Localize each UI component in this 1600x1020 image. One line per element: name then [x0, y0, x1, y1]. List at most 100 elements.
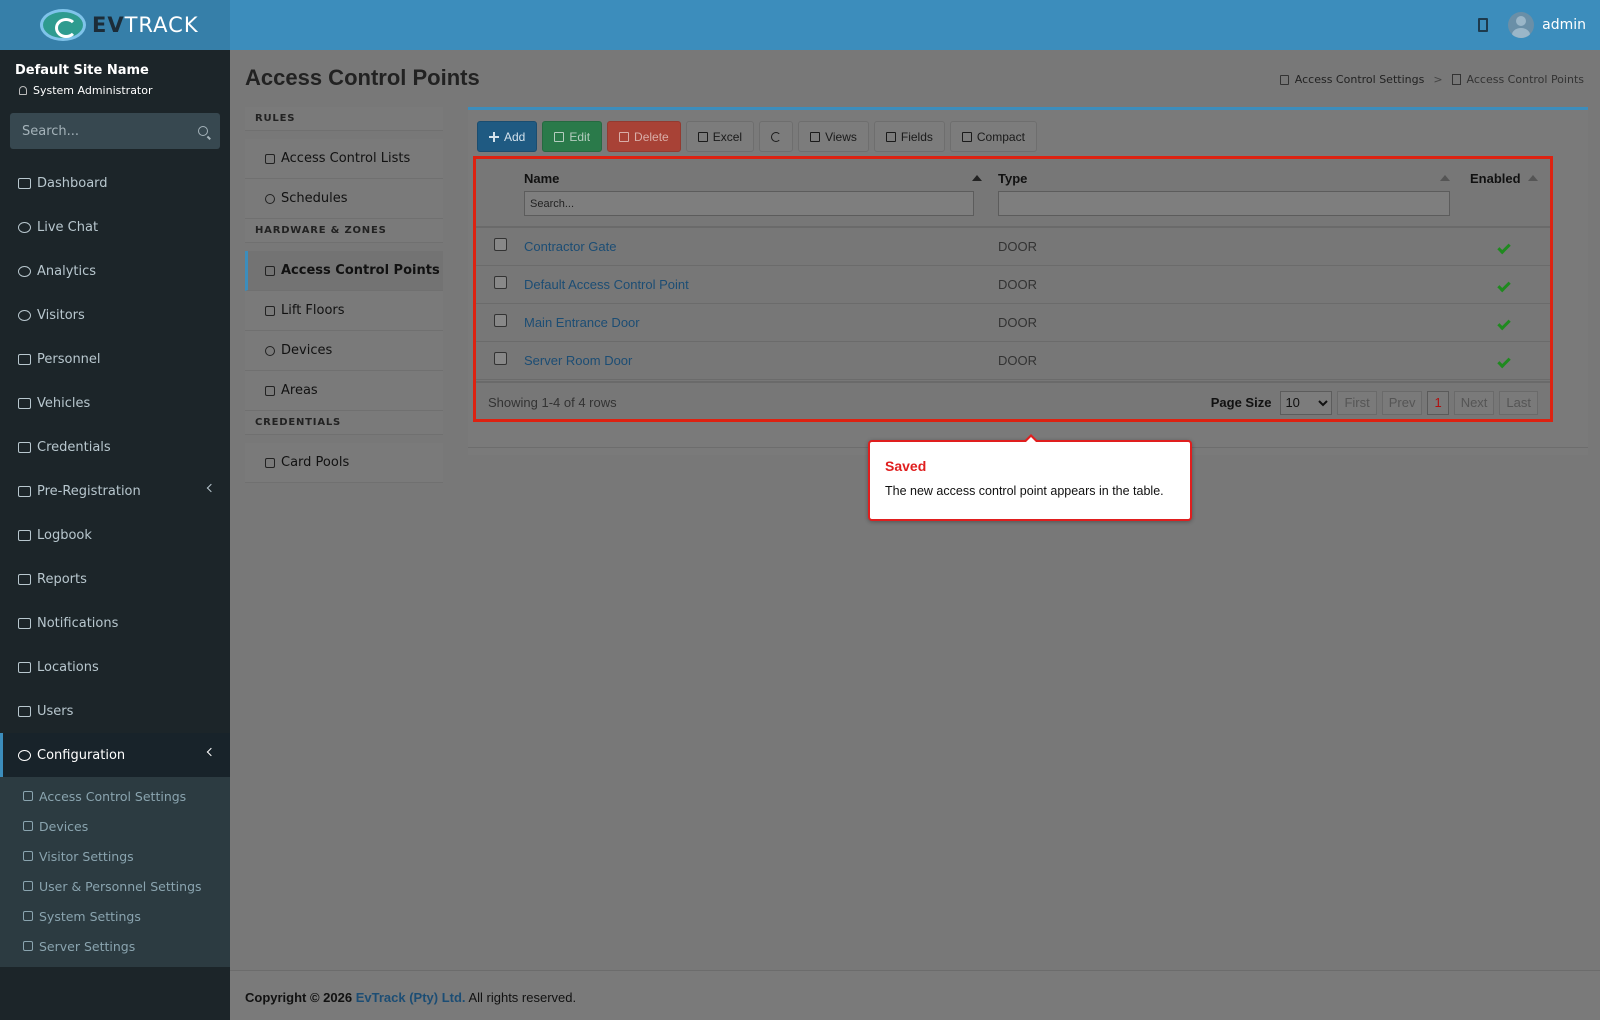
column-header-name[interactable]: Name — [524, 159, 990, 227]
door-icon[interactable] — [1478, 18, 1489, 32]
column-header-type[interactable]: Type — [990, 159, 1458, 227]
add-button[interactable]: Add — [477, 121, 538, 152]
sidebar-item-pre-registration[interactable]: Pre-Registration — [0, 469, 230, 513]
personnel-icon — [18, 353, 31, 365]
row-checkbox[interactable] — [493, 352, 507, 365]
sidebar-item-reports[interactable]: Reports — [0, 557, 230, 601]
sort-asc-icon[interactable] — [972, 175, 982, 181]
row-name-link[interactable]: Contractor Gate — [524, 239, 617, 254]
user-menu-name[interactable]: admin — [1542, 17, 1586, 33]
sidebar-item-personnel[interactable]: Personnel — [0, 337, 230, 381]
company-link[interactable]: EvTrack (Pty) Ltd. — [356, 990, 466, 1005]
submenu-item-visitor-settings[interactable]: Visitor Settings — [0, 841, 230, 871]
first-page-button[interactable]: First — [1337, 390, 1377, 415]
subnav-spacer — [245, 131, 443, 139]
next-page-button[interactable]: Next — [1453, 390, 1495, 415]
main-sidebar: Default Site Name System Administrator D… — [0, 50, 230, 1020]
check-icon — [1497, 316, 1511, 330]
submenu-item-access-control-settings[interactable]: Access Control Settings — [0, 781, 230, 811]
compact-button[interactable]: Compact — [949, 121, 1037, 152]
avatar[interactable] — [1508, 12, 1535, 38]
configuration-submenu: Access Control Settings Devices Visitor … — [0, 777, 230, 967]
subnav-item-devices[interactable]: Devices — [245, 331, 443, 371]
check-icon — [1497, 240, 1511, 254]
subnav-item-access-control-lists[interactable]: Access Control Lists — [245, 139, 443, 179]
column-header-enabled[interactable]: Enabled — [1458, 159, 1550, 227]
callout-text: The new access control point appears in … — [885, 484, 1164, 498]
prev-page-button[interactable]: Prev — [1381, 390, 1423, 415]
settings-subnav: RULES Access Control Lists Schedules HAR… — [245, 107, 443, 483]
sidebar-menu: Dashboard Live Chat Analytics Visitors P… — [0, 161, 230, 967]
current-page-button[interactable]: 1 — [1427, 390, 1449, 415]
last-page-button[interactable]: Last — [1499, 390, 1538, 415]
sidebar-item-notifications[interactable]: Notifications — [0, 601, 230, 645]
submenu-item-system-settings[interactable]: System Settings — [0, 901, 230, 931]
type-filter-input[interactable] — [998, 191, 1450, 216]
subnav-item-areas[interactable]: Areas — [245, 371, 443, 411]
row-checkbox[interactable] — [493, 238, 507, 252]
sidebar-item-credentials[interactable]: Credentials — [0, 425, 230, 469]
breadcrumb-separator: > — [1433, 73, 1443, 86]
sidebar-item-vehicles[interactable]: Vehicles — [0, 381, 230, 425]
row-name-link[interactable]: Main Entrance Door — [524, 315, 640, 330]
row-checkbox[interactable] — [493, 314, 507, 327]
submenu-item-server-settings[interactable]: Server Settings — [0, 931, 230, 961]
dashboard-icon — [18, 177, 31, 189]
sidebar-item-configuration[interactable]: Configuration — [0, 733, 230, 777]
id-card-icon — [18, 441, 31, 453]
sidebar-item-visitors[interactable]: Visitors — [0, 293, 230, 337]
refresh-button[interactable] — [759, 121, 794, 152]
bell-icon — [18, 617, 31, 629]
submenu-item-devices[interactable]: Devices — [0, 811, 230, 841]
views-button[interactable]: Views — [798, 121, 869, 152]
breadcrumb-link-access-control-settings[interactable]: Access Control Settings — [1295, 73, 1425, 86]
list-icon — [961, 131, 972, 142]
clock-icon — [265, 193, 275, 204]
sort-icon[interactable] — [1440, 175, 1450, 181]
sidebar-item-analytics[interactable]: Analytics — [0, 249, 230, 293]
row-checkbox[interactable] — [493, 276, 507, 289]
sort-icon[interactable] — [1528, 175, 1538, 181]
subnav-item-lift-floors[interactable]: Lift Floors — [245, 291, 443, 331]
logo-icon — [40, 9, 86, 41]
sidebar-search-input[interactable] — [22, 123, 172, 139]
subnav-item-card-pools[interactable]: Card Pools — [245, 443, 443, 483]
search-icon[interactable] — [198, 126, 208, 136]
grid-toolbar: Add Edit Delete Excel Views Fields Compa… — [477, 121, 1037, 152]
site-name: Default Site Name — [15, 63, 149, 78]
eye-icon — [23, 851, 33, 861]
submenu-item-user-personnel-settings[interactable]: User & Personnel Settings — [0, 871, 230, 901]
lock-icon — [23, 791, 33, 801]
row-name-link[interactable]: Default Access Control Point — [524, 277, 689, 292]
table-footer: Showing 1-4 of 4 rows Page Size 10 First… — [476, 381, 1550, 422]
page-footer: Copyright © 2026 EvTrack (Pty) Ltd. All … — [230, 970, 1600, 1020]
brand-logo[interactable]: EVTRACK — [0, 0, 230, 50]
spreadsheet-icon — [697, 131, 708, 142]
excel-button[interactable]: Excel — [685, 121, 755, 152]
chip-icon — [23, 821, 33, 831]
name-filter-input[interactable] — [524, 191, 974, 216]
row-name-link[interactable]: Server Room Door — [524, 353, 632, 368]
sidebar-search — [10, 113, 220, 149]
user-panel: Default Site Name System Administrator — [0, 50, 230, 105]
table-row[interactable]: Default Access Control Point DOOR — [476, 265, 1550, 303]
table-row[interactable]: Server Room Door DOOR — [476, 341, 1550, 379]
subnav-item-schedules[interactable]: Schedules — [245, 179, 443, 219]
table-row[interactable]: Main Entrance Door DOOR — [476, 303, 1550, 341]
page-size-select[interactable]: 10 — [1280, 390, 1333, 415]
delete-button[interactable]: Delete — [607, 121, 681, 152]
subnav-item-access-control-points[interactable]: Access Control Points — [245, 251, 443, 291]
sidebar-item-users[interactable]: Users — [0, 689, 230, 733]
fields-button[interactable]: Fields — [873, 121, 945, 152]
sidebar-item-dashboard[interactable]: Dashboard — [0, 161, 230, 205]
sidebar-item-live-chat[interactable]: Live Chat — [0, 205, 230, 249]
gear-icon — [18, 749, 31, 761]
sidebar-item-logbook[interactable]: Logbook — [0, 513, 230, 557]
sidebar-item-locations[interactable]: Locations — [0, 645, 230, 689]
page-size-label: Page Size — [1210, 395, 1272, 410]
edit-button[interactable]: Edit — [542, 121, 603, 152]
table-row[interactable]: Contractor Gate DOOR — [476, 227, 1550, 265]
columns-icon — [885, 131, 896, 142]
headset-icon — [18, 221, 31, 233]
chart-icon — [18, 573, 31, 585]
